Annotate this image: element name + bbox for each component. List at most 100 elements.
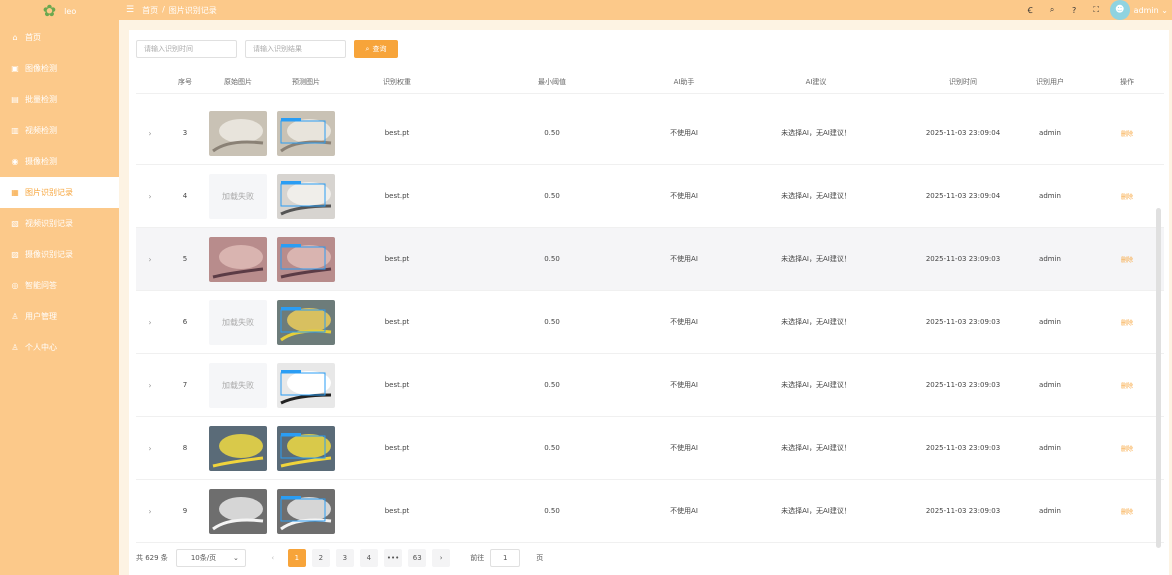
cell-operation: 删除 (1090, 444, 1164, 453)
chevron-right-icon[interactable]: › (148, 381, 151, 390)
profile-icon: ♙ (11, 343, 19, 352)
breadcrumb-current: 图片识别记录 (168, 5, 217, 15)
sidebar-item-camera-detect[interactable]: ◉ 摄像检测 (0, 146, 119, 177)
sidebar-item-users[interactable]: ♙ 用户管理 (0, 301, 119, 332)
chevron-right-icon[interactable]: › (148, 192, 151, 201)
camera-icon: ◉ (11, 157, 19, 166)
sidebar-item-label: 智能问答 (25, 281, 57, 290)
predicted-image (277, 236, 335, 282)
cell-threshold: 0.50 (544, 318, 560, 326)
menu-toggle-icon[interactable]: ☰ (126, 5, 134, 15)
header-original: 原始图片 (224, 77, 252, 86)
avatar[interactable]: ☻ (1109, 0, 1130, 20)
home-icon: ⌂ (12, 33, 18, 42)
user-icon: ♙ (11, 312, 19, 321)
predicted-image-thumb[interactable] (277, 425, 335, 471)
delete-link[interactable]: 删除 (1121, 194, 1133, 201)
sidebar-item-camera-records[interactable]: ▨ 摄像识别记录 (0, 239, 119, 270)
chevron-right-icon[interactable]: › (148, 255, 151, 264)
sidebar-item-qa[interactable]: ◎ 智能问答 (0, 270, 119, 301)
query-button-label: 查询 (372, 45, 387, 53)
cell-index: 6 (182, 318, 188, 326)
cell-index: 7 (182, 381, 188, 389)
table-row[interactable]: › 7 加载失败 best.pt 0.50 不使用AI 未选择AI，无AI建议！ 2025-… (136, 354, 1164, 417)
page-button-63[interactable]: 63 (408, 549, 427, 567)
delete-link[interactable]: 删除 (1121, 446, 1133, 453)
video-record-icon: ▧ (11, 219, 19, 228)
sidebar-item-image-records[interactable]: ▦ 图片识别记录 (0, 177, 119, 208)
predicted-image-thumb[interactable] (277, 488, 335, 534)
predicted-image-thumb[interactable] (277, 362, 335, 408)
sidebar-item-profile[interactable]: ♙ 个人中心 (0, 332, 119, 363)
next-page-button[interactable]: › (432, 549, 451, 567)
cell-time: 2025-11-03 23:09:03 (925, 318, 1001, 326)
help-icon[interactable]: ? (1070, 6, 1079, 15)
predicted-image (277, 488, 335, 534)
query-button[interactable]: ⌕ 查询 (354, 40, 398, 58)
page-button-2[interactable]: 2 (311, 549, 330, 567)
language-icon[interactable]: Ꞓ (1026, 5, 1035, 16)
cell-original-image (206, 236, 270, 282)
chevron-right-icon[interactable]: › (148, 507, 151, 516)
breadcrumb: 首页 / 图片识别记录 (142, 5, 217, 16)
table-row[interactable]: › 6 加载失败 best.pt 0.50 不使用AI 未选择AI，无AI建议！ 2025-… (136, 291, 1164, 354)
table-row[interactable]: › 9 best.pt 0.50 不使用AI 未选择AI，无AI建议！ 2025-11-0… (136, 480, 1164, 543)
table-row[interactable]: › 5 best.pt 0.50 不使用AI 未选择AI，无AI建议！ 2025-11-0… (136, 228, 1164, 291)
page-button-3[interactable]: 3 (335, 549, 354, 567)
sidebar-item-batch-detect[interactable]: ▤ 批量检测 (0, 84, 119, 115)
table-row[interactable]: › 4 加载失败 best.pt 0.50 不使用AI 未选择AI，无AI建议！ 2025-… (136, 165, 1164, 228)
cell-time: 2025-11-03 23:09:03 (925, 507, 1001, 515)
header-index: 序号 (178, 77, 192, 86)
breadcrumb-home[interactable]: 首页 (142, 5, 158, 16)
predicted-image-thumb[interactable] (277, 299, 335, 345)
predicted-image-thumb[interactable] (277, 110, 335, 156)
chevron-right-icon[interactable]: › (148, 318, 151, 327)
header-predicted: 预测图片 (292, 77, 320, 86)
delete-link[interactable]: 删除 (1121, 383, 1133, 390)
chevron-down-icon: ⌄ (232, 554, 239, 562)
page-button-1[interactable]: 1 (287, 549, 306, 567)
chevron-right-icon[interactable]: › (148, 444, 151, 453)
search-time-input[interactable] (136, 40, 237, 58)
sidebar-item-video-detect[interactable]: ▥ 视频检测 (0, 115, 119, 146)
cell-suggestion: 未选择AI，无AI建议！ (781, 381, 851, 389)
page-button-4[interactable]: 4 (359, 549, 378, 567)
sidebar-item-video-records[interactable]: ▧ 视频识别记录 (0, 208, 119, 239)
delete-link[interactable]: 删除 (1121, 320, 1133, 327)
sidebar-item-home[interactable]: ⌂ 首页 (0, 22, 119, 53)
search-result-input[interactable] (245, 40, 346, 58)
cell-original-image: 加载失败 (206, 173, 270, 219)
table-row[interactable]: › 8 best.pt 0.50 不使用AI 未选择AI，无AI建议！ 2025-11-0… (136, 417, 1164, 480)
delete-link[interactable]: 删除 (1121, 131, 1133, 138)
username-text: admin (1133, 5, 1159, 15)
header-operation: 操作 (1120, 77, 1134, 86)
predicted-image-thumb[interactable] (277, 173, 335, 219)
table-row[interactable]: › 3 best.pt 0.50 不使用AI 未选择AI，无AI建议！ 2025-11-0… (136, 102, 1164, 165)
prev-page-button[interactable]: ‹ (264, 549, 282, 567)
predicted-image-thumb[interactable] (277, 236, 335, 282)
expand-cell: › (136, 507, 164, 516)
cell-weight: best.pt (384, 192, 410, 200)
original-image-thumb[interactable] (209, 488, 267, 534)
sidebar-item-label: 图像检测 (25, 64, 57, 73)
delete-link[interactable]: 删除 (1121, 257, 1133, 264)
search-icon[interactable]: ⌕ (1048, 5, 1057, 15)
original-image-thumb[interactable] (209, 425, 267, 471)
goto-page-input[interactable]: 1 (490, 549, 521, 567)
cell-user: admin (1039, 507, 1061, 515)
sidebar-item-label: 摄像检测 (25, 157, 57, 166)
scrollbar[interactable] (1156, 208, 1161, 548)
page-ellipsis[interactable]: ••• (383, 549, 403, 567)
delete-link[interactable]: 删除 (1121, 509, 1133, 516)
original-image-thumb[interactable] (209, 236, 267, 282)
cell-threshold: 0.50 (544, 381, 560, 389)
cell-threshold: 0.50 (544, 255, 560, 263)
user-name[interactable]: admin ⌄ (1134, 6, 1168, 15)
chevron-right-icon[interactable]: › (148, 129, 151, 138)
page-size-select[interactable]: 10条/页 ⌄ (175, 549, 246, 567)
original-image-thumb[interactable] (209, 110, 267, 156)
predicted-image (277, 173, 335, 219)
fullscreen-icon[interactable]: ⛶ (1092, 5, 1101, 15)
sidebar-item-image-detect[interactable]: ▣ 图像检测 (0, 53, 119, 84)
header-suggestion: AI建议 (805, 77, 827, 86)
